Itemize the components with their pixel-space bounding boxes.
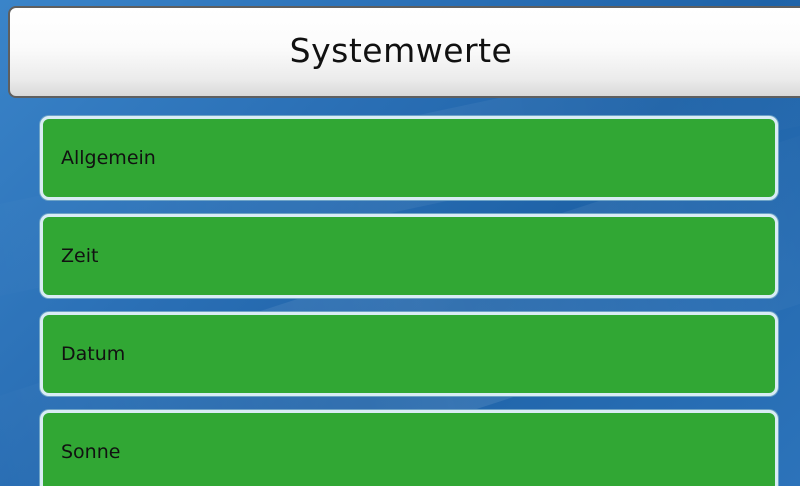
menu-list: Allgemein Zeit Datum Sonne [40, 116, 778, 486]
menu-item-sonne[interactable]: Sonne [40, 410, 778, 486]
title-bar: Systemwerte [8, 6, 800, 98]
menu-item-datum[interactable]: Datum [40, 312, 778, 396]
menu-item-label: Sonne [61, 441, 121, 463]
menu-item-label: Datum [61, 343, 126, 365]
menu-item-allgemein[interactable]: Allgemein [40, 116, 778, 200]
menu-item-label: Zeit [61, 245, 99, 267]
menu-item-zeit[interactable]: Zeit [40, 214, 778, 298]
page-title: Systemwerte [289, 30, 513, 70]
screen: Systemwerte Allgemein Zeit Datum Sonne [0, 0, 800, 486]
menu-item-label: Allgemein [61, 147, 156, 169]
